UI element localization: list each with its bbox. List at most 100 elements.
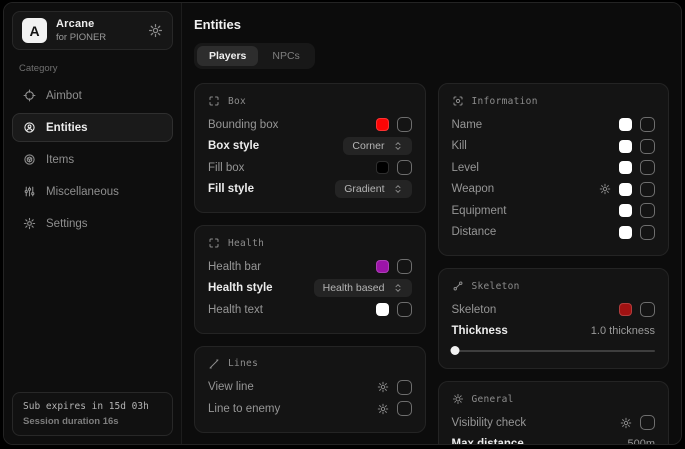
- row-label: Thickness: [452, 325, 583, 337]
- row-label: Weapon: [452, 183, 592, 195]
- row-thickness: Thickness 1.0 thickness: [452, 321, 656, 343]
- health-bar-checkbox[interactable]: [397, 259, 412, 274]
- skeleton-color-swatch[interactable]: [619, 303, 632, 316]
- health-text-color-swatch[interactable]: [376, 303, 389, 316]
- panel-header: Lines: [208, 358, 412, 370]
- distance-color-swatch[interactable]: [619, 226, 632, 239]
- equipment-checkbox[interactable]: [640, 203, 655, 218]
- fill-box-color-swatch[interactable]: [376, 161, 389, 174]
- slider-handle[interactable]: [450, 346, 459, 355]
- row-equipment: Equipment: [452, 200, 656, 222]
- row-level: Level: [452, 157, 656, 179]
- health-text-checkbox[interactable]: [397, 302, 412, 317]
- row-label: Distance: [452, 226, 612, 238]
- row-weapon: Weapon: [452, 179, 656, 201]
- app-window: A Arcane for PIONER Category Aimbot Enti…: [3, 2, 682, 445]
- health-bar-color-swatch[interactable]: [376, 260, 389, 273]
- panel-header: General: [452, 393, 656, 405]
- row-settings-gear-icon[interactable]: [377, 403, 389, 415]
- package-icon: [23, 153, 36, 166]
- row-name: Name: [452, 114, 656, 136]
- tab-npcs[interactable]: NPCs: [260, 46, 311, 66]
- kill-color-swatch[interactable]: [619, 140, 632, 153]
- chevron-up-down-icon: [393, 283, 403, 293]
- row-fill-box: Fill box: [208, 157, 412, 179]
- panel-box: Box Bounding box Box style Corner Fill b…: [194, 83, 426, 213]
- chevron-up-down-icon: [393, 141, 403, 151]
- weapon-color-swatch[interactable]: [619, 183, 632, 196]
- bone-icon: [452, 280, 464, 292]
- sidebar-item-items[interactable]: Items: [12, 145, 173, 174]
- panel-title: Lines: [228, 358, 258, 369]
- row-label: Health style: [208, 282, 306, 294]
- row-bounding-box: Bounding box: [208, 114, 412, 136]
- gear-icon[interactable]: [148, 23, 163, 38]
- level-checkbox[interactable]: [640, 160, 655, 175]
- line-to-enemy-checkbox[interactable]: [397, 401, 412, 416]
- row-visibility-check: Visibility check: [452, 412, 656, 434]
- view-line-checkbox[interactable]: [397, 380, 412, 395]
- row-max-distance: Max distance 500m: [452, 434, 656, 446]
- sub-expires-text: Sub expires in 15d 03h: [23, 401, 162, 412]
- bounding-box-color-swatch[interactable]: [376, 118, 389, 131]
- sidebar-item-label: Items: [46, 154, 74, 166]
- row-distance: Distance: [452, 222, 656, 244]
- row-settings-gear-icon[interactable]: [599, 183, 611, 195]
- row-label: Fill box: [208, 162, 368, 174]
- dropdown-value: Corner: [352, 140, 384, 152]
- thickness-slider[interactable]: [452, 345, 656, 356]
- row-label: Health bar: [208, 261, 368, 273]
- distance-checkbox[interactable]: [640, 225, 655, 240]
- box-style-dropdown[interactable]: Corner: [343, 137, 411, 155]
- equipment-color-swatch[interactable]: [619, 204, 632, 217]
- slider-track[interactable]: [452, 350, 656, 353]
- skeleton-checkbox[interactable]: [640, 302, 655, 317]
- row-box-style: Box style Corner: [208, 136, 412, 158]
- line-diagonal-icon: [208, 358, 220, 370]
- fill-style-dropdown[interactable]: Gradient: [335, 180, 411, 198]
- brand-card: A Arcane for PIONER: [12, 11, 173, 50]
- row-label: Bounding box: [208, 119, 368, 131]
- sidebar: A Arcane for PIONER Category Aimbot Enti…: [4, 3, 182, 444]
- panel-skeleton: Skeleton Skeleton Thickness 1.0 thicknes…: [438, 268, 670, 369]
- sidebar-item-label: Miscellaneous: [46, 186, 119, 198]
- gear-icon: [23, 217, 36, 230]
- tab-players[interactable]: Players: [197, 46, 258, 66]
- sidebar-nav: Aimbot Entities Items Miscellaneous Sett…: [12, 81, 173, 241]
- main-content: Entities Players NPCs Box Bounding box B…: [182, 3, 681, 444]
- row-settings-gear-icon[interactable]: [620, 417, 632, 429]
- fill-box-checkbox[interactable]: [397, 160, 412, 175]
- row-label: Skeleton: [452, 304, 612, 316]
- weapon-checkbox[interactable]: [640, 182, 655, 197]
- panel-title: General: [472, 394, 514, 405]
- row-label: Box style: [208, 140, 335, 152]
- row-health-bar: Health bar: [208, 256, 412, 278]
- row-label: Level: [452, 162, 612, 174]
- sun-gear-icon: [452, 393, 464, 405]
- brand-text: Arcane for PIONER: [56, 18, 106, 43]
- panel-general: General Visibility check Max distance 50…: [438, 381, 670, 445]
- subscription-card: Sub expires in 15d 03h Session duration …: [12, 392, 173, 436]
- level-color-swatch[interactable]: [619, 161, 632, 174]
- row-label: Kill: [452, 140, 612, 152]
- name-color-swatch[interactable]: [619, 118, 632, 131]
- sidebar-item-miscellaneous[interactable]: Miscellaneous: [12, 177, 173, 206]
- bounding-box-checkbox[interactable]: [397, 117, 412, 132]
- sidebar-item-settings[interactable]: Settings: [12, 209, 173, 238]
- session-duration-text: Session duration 16s: [23, 416, 162, 427]
- kill-checkbox[interactable]: [640, 139, 655, 154]
- row-fill-style: Fill style Gradient: [208, 179, 412, 201]
- box-corners-icon: [208, 95, 220, 107]
- health-corners-icon: [208, 237, 220, 249]
- row-view-line: View line: [208, 377, 412, 399]
- row-settings-gear-icon[interactable]: [377, 381, 389, 393]
- sidebar-item-entities[interactable]: Entities: [12, 113, 173, 142]
- name-checkbox[interactable]: [640, 117, 655, 132]
- row-label: Fill style: [208, 183, 327, 195]
- visibility-check-checkbox[interactable]: [640, 415, 655, 430]
- panel-header: Health: [208, 237, 412, 249]
- sidebar-item-label: Aimbot: [46, 90, 82, 102]
- sidebar-item-aimbot[interactable]: Aimbot: [12, 81, 173, 110]
- row-label: Name: [452, 119, 612, 131]
- health-style-dropdown[interactable]: Health based: [314, 279, 412, 297]
